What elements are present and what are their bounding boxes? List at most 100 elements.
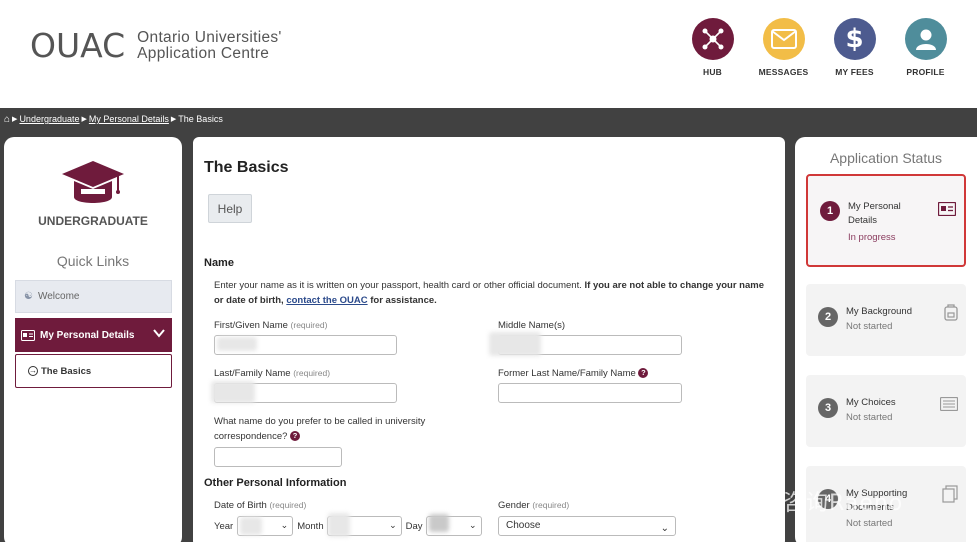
id-card-icon [938,202,956,216]
nav-hub[interactable]: HUB [677,18,748,77]
backpack-icon [944,304,958,321]
dollar-icon: $ [833,18,876,60]
middle-name-label: Middle Name(s) [498,320,566,331]
instructions-tail: for assistance. [367,295,437,306]
left-panel: UNDERGRADUATE Quick Links ☯ Welcome My P… [4,137,182,542]
list-icon [940,397,958,411]
quick-link-the-basics-label: The Basics [41,365,92,377]
envelope-icon [762,18,805,60]
year-select[interactable]: ⌄ [237,516,294,536]
quick-link-my-personal-details[interactable]: My Personal Details [15,318,172,352]
year-label: Year [214,520,234,532]
quick-link-welcome[interactable]: ☯ Welcome [15,280,172,313]
ouac-logo[interactable]: OUAC Ontario Universities' Application C… [30,26,282,65]
former-last-name-label-text: Former Last Name/Family Name [498,368,636,379]
breadcrumb-separator: ▶ [170,116,177,123]
handshake-icon: ☯ [24,291,33,302]
status-step-1[interactable]: 1 My Personal Details In progress [806,174,966,267]
step-name: My Personal Details [848,201,901,226]
preferred-name-label: What name do you prefer to be called in … [214,414,454,444]
logo-text: Ontario Universities' Application Centre [137,29,282,62]
contact-ouac-link[interactable]: contact the OUAC [286,295,367,306]
first-name-label-text: First/Given Name [214,320,288,331]
former-last-name-input[interactable] [498,383,682,403]
quick-link-the-basics[interactable]: → The Basics [15,354,172,388]
nav-messages[interactable]: MESSAGES [748,18,819,77]
status-step-3[interactable]: 3 My Choices Not started [806,375,966,447]
chevron-down-icon: ⌄ [389,520,397,530]
breadcrumb-separator: ▶ [81,116,87,123]
step-number: 2 [818,307,838,327]
first-name-label: First/Given Name (required) [214,318,327,333]
nav-my-fees-label: MY FEES [835,67,874,77]
home-icon[interactable]: ⌂ [4,114,10,125]
redacted-value [240,517,263,535]
breadcrumb-separator: ▶ [12,116,18,123]
breadcrumb: ⌂ ▶ Undergraduate ▶ My Personal Details … [4,112,223,126]
name-instructions: Enter your name as it is written on your… [214,278,764,308]
hub-icon [691,18,734,60]
application-status-title: Application Status [829,150,943,166]
program-title: UNDERGRADUATE [38,214,148,228]
help-question-icon[interactable]: ? [290,431,301,442]
graduation-cap-icon [60,159,126,212]
gender-select[interactable]: Choose ⌄ [498,516,676,536]
dob-label-text: Date of Birth [214,500,267,511]
breadcrumb-undergraduate[interactable]: Undergraduate [19,114,79,124]
step-number: 1 [820,201,840,221]
redacted-value [217,337,257,351]
day-select[interactable]: ⌄ [425,514,482,536]
nav-profile-label: PROFILE [906,67,945,77]
month-select[interactable]: ⌄ [326,513,402,537]
redacted-value [327,513,350,537]
redacted-value [211,381,255,403]
step-name: My Choices [846,397,896,408]
nav-hub-label: HUB [702,67,722,77]
former-last-name-label: Former Last Name/Family Name ? [498,366,649,381]
main-panel: The Basics Help Name Enter your name as … [193,137,785,542]
logo-mark: OUAC [30,26,126,65]
redacted-value [489,332,541,356]
preferred-name-input[interactable] [214,447,342,467]
step-status: Not started [846,518,893,529]
top-nav: HUB MESSAGES $ MY FEES PROFILE [677,18,961,77]
name-section-title: Name [204,257,234,269]
quick-links-title: Quick Links [56,253,130,269]
chevron-down-icon: ⌄ [660,523,669,534]
breadcrumb-current: The Basics [178,114,223,124]
required-tag: (required) [290,320,328,330]
dob-row: Year ⌄ Month ⌄ Day ⌄ [214,513,482,537]
help-button[interactable]: Help [208,194,252,223]
other-info-section-title: Other Personal Information [204,477,347,489]
step-status: In progress [848,232,896,243]
required-tag: (required) [293,368,331,378]
step-status: Not started [846,412,893,423]
quick-link-my-personal-details-label: My Personal Details [40,329,135,341]
dob-label: Date of Birth (required) [214,498,306,513]
chevron-down-icon: ⌄ [280,520,289,530]
step-status: Not started [846,321,893,332]
page-title: The Basics [204,159,289,176]
last-name-label-text: Last/Family Name [214,368,291,379]
preferred-name-label-text: What name do you prefer to be called in … [214,416,426,442]
gender-label-text: Gender [498,500,530,511]
nav-my-fees[interactable]: $ MY FEES [819,18,890,77]
gender-label: Gender (required) [498,498,569,513]
nav-profile[interactable]: PROFILE [890,18,961,77]
application-status-panel: Application Status 1 My Personal Details… [795,137,977,542]
breadcrumb-my-personal-details[interactable]: My Personal Details [89,114,169,124]
chevron-down-icon: ⌄ [468,520,477,530]
help-question-icon[interactable]: ? [638,368,649,379]
documents-icon [942,485,958,503]
day-label: Day [405,520,423,532]
chevron-down-icon [153,329,165,338]
quick-link-welcome-label: Welcome [37,291,80,302]
redacted-value [428,514,449,532]
id-card-icon [21,329,35,341]
site-header: OUAC Ontario Universities' Application C… [0,0,977,108]
step-name: My Background [846,306,913,317]
status-step-2[interactable]: 2 My Background Not started [806,284,966,356]
instructions-text: Enter your name as it is written on your… [214,280,585,291]
step-number: 3 [818,398,838,418]
last-name-label: Last/Family Name (required) [214,366,330,381]
